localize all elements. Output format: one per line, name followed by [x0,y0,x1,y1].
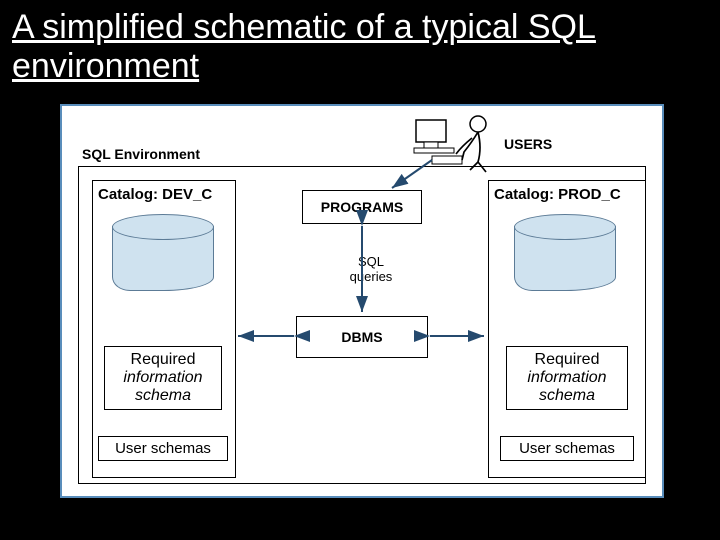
db-cylinder-right [514,226,614,291]
sql-queries-label: SQL queries [346,254,396,284]
dbms-box: DBMS [296,316,428,358]
user-schemas-right: User schemas [500,436,634,461]
catalog-right-label: Catalog: PROD_C [494,186,621,203]
page-title: A simplified schematic of a typical SQL … [0,0,720,90]
db-cylinder-left [112,226,212,291]
user-icon [412,112,502,181]
user-schemas-left: User schemas [98,436,228,461]
diagram-frame: SQL Environment Catalog: DEV_C Required … [60,104,664,498]
catalog-left-label: Catalog: DEV_C [98,186,212,203]
required-info-schema-left: Required information schema [104,346,222,410]
required-info-schema-right: Required information schema [506,346,628,410]
sql-environment-label: SQL Environment [82,146,200,162]
programs-box: PROGRAMS [302,190,422,224]
users-label: USERS [504,136,552,152]
